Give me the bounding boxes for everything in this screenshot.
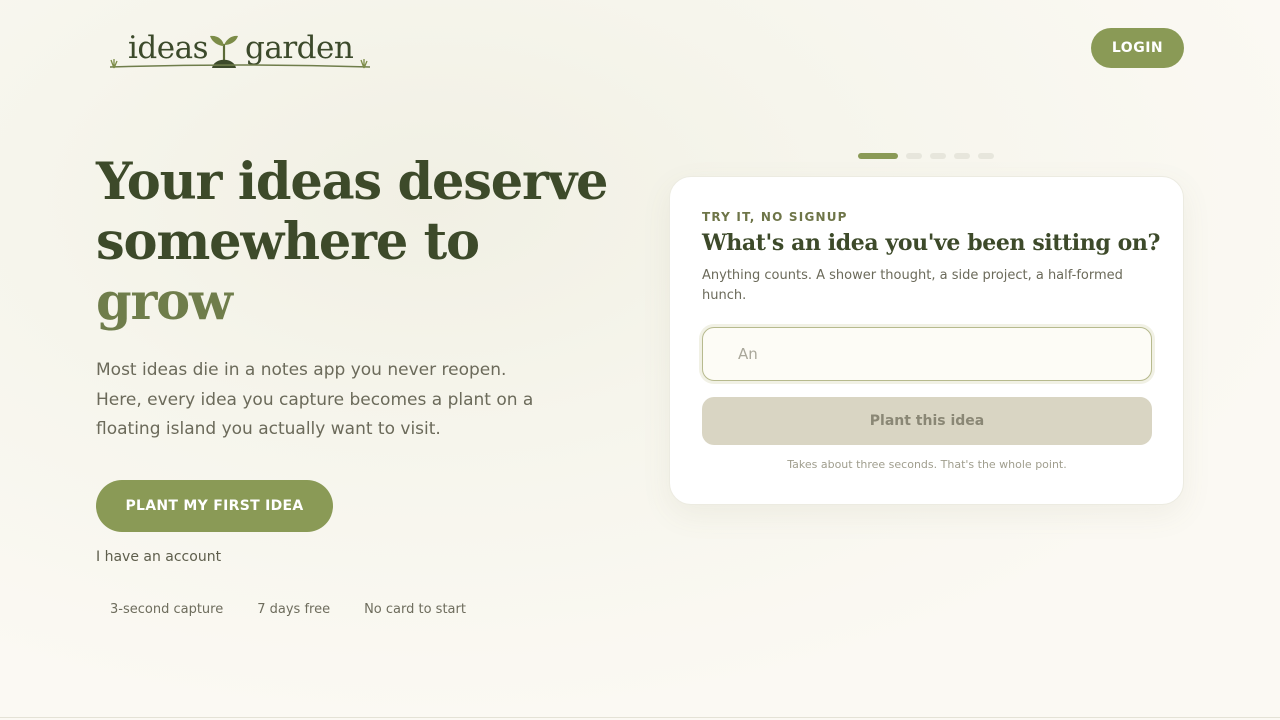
carousel-dot-1[interactable] xyxy=(858,153,898,159)
login-button[interactable]: LOGIN xyxy=(1091,28,1184,68)
headline-line-1: Your ideas deserve xyxy=(96,152,609,212)
logo[interactable]: ideas garden xyxy=(104,28,376,74)
headline-accent: grow xyxy=(96,272,233,332)
plant-idea-button[interactable]: Plant this idea xyxy=(702,397,1152,445)
carousel-indicators xyxy=(858,153,994,159)
headline-line-2: somewhere to xyxy=(96,212,480,272)
have-account-link[interactable]: I have an account xyxy=(96,549,221,565)
hero-headline: Your ideas deserve somewhere to grow xyxy=(96,152,656,332)
card-title: What's an idea you've been sitting on? xyxy=(702,230,1160,256)
carousel-dot-3[interactable] xyxy=(930,153,946,159)
carousel-dot-5[interactable] xyxy=(978,153,994,159)
card-note: Takes about three seconds. That's the wh… xyxy=(787,458,1067,471)
card-eyebrow: TRY IT, NO SIGNUP xyxy=(702,210,848,224)
feature-item-no-card: No card to start xyxy=(364,602,466,617)
idea-input[interactable] xyxy=(702,327,1152,381)
card-description: Anything counts. A shower thought, a sid… xyxy=(702,268,1123,303)
carousel-dot-4[interactable] xyxy=(954,153,970,159)
page-divider xyxy=(0,717,1280,718)
hero-subtext: Most ideas die in a notes app you never … xyxy=(96,360,534,439)
feature-item-capture: 3-second capture xyxy=(110,602,224,617)
carousel-dot-2[interactable] xyxy=(906,153,922,159)
try-it-card: TRY IT, NO SIGNUP What's an idea you've … xyxy=(669,176,1184,505)
feature-item-free-trial: 7 days free xyxy=(257,602,331,617)
plant-first-idea-button[interactable]: PLANT MY FIRST IDEA xyxy=(96,480,333,532)
ground-line-icon xyxy=(109,59,371,69)
feature-list: 3-second capture 7 days free No card to … xyxy=(110,602,466,617)
